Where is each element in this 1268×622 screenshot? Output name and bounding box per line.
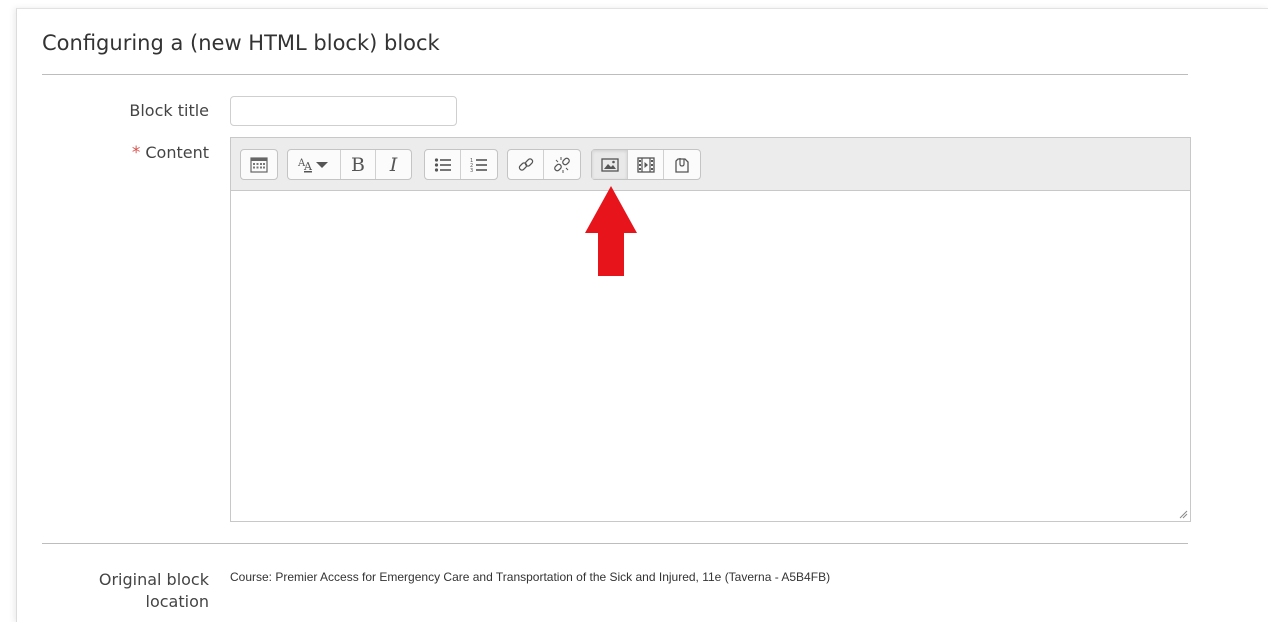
insert-image-icon (600, 157, 619, 172)
manage-files-icon (675, 157, 689, 173)
unordered-list-icon (434, 157, 451, 172)
content-label-row: * Content (132, 143, 209, 163)
font-style-dropdown-icon: A A (297, 158, 328, 173)
link-icon (518, 157, 533, 171)
unlink-button[interactable] (544, 150, 580, 179)
html-editor: A A B I 1 2 3 (230, 137, 1191, 522)
show-more-buttons-icon (250, 156, 268, 173)
ordered-list-button[interactable]: 1 2 3 (461, 150, 497, 179)
content-label: Content (145, 143, 209, 162)
unordered-list-button[interactable] (425, 150, 461, 179)
toolbar-group-text-style: A A B I (287, 149, 412, 180)
required-icon: * (131, 143, 141, 163)
link-button[interactable] (508, 150, 544, 179)
block-title-label: Block title (129, 101, 209, 120)
page-title: Configuring a (new HTML block) block (42, 31, 440, 55)
insert-image-button[interactable] (592, 150, 628, 179)
original-location-value: Course: Premier Access for Emergency Car… (230, 570, 831, 584)
insert-media-icon (636, 156, 655, 173)
bold-icon: B (351, 153, 365, 176)
svg-text:3: 3 (470, 168, 473, 173)
toolbar-group-lists: 1 2 3 (424, 149, 498, 180)
heading-divider (42, 74, 1188, 75)
toolbar-group-links (507, 149, 581, 180)
editor-content-area[interactable] (231, 191, 1190, 521)
insert-media-button[interactable] (628, 150, 664, 179)
toolbar-group-insert (591, 149, 701, 180)
ordered-list-icon: 1 2 3 (470, 158, 487, 173)
font-style-button[interactable]: A A (288, 150, 341, 179)
page: Configuring a (new HTML block) block Blo… (0, 0, 1268, 622)
editor-toolbar: A A B I 1 2 3 (231, 138, 1190, 191)
original-location-label: Original block location (98, 570, 209, 611)
manage-files-button[interactable] (664, 150, 700, 179)
block-title-input[interactable] (230, 96, 457, 126)
bold-button[interactable]: B (341, 150, 376, 179)
italic-button[interactable]: I (376, 150, 411, 179)
annotation-arrow-icon (585, 186, 637, 276)
svg-text:A: A (303, 160, 313, 173)
unlink-icon (554, 156, 570, 173)
section-divider (42, 543, 1188, 544)
italic-icon: I (389, 153, 398, 176)
resize-handle-icon[interactable] (1178, 509, 1188, 519)
show-more-button[interactable] (241, 150, 277, 179)
toolbar-group-more (240, 149, 278, 180)
